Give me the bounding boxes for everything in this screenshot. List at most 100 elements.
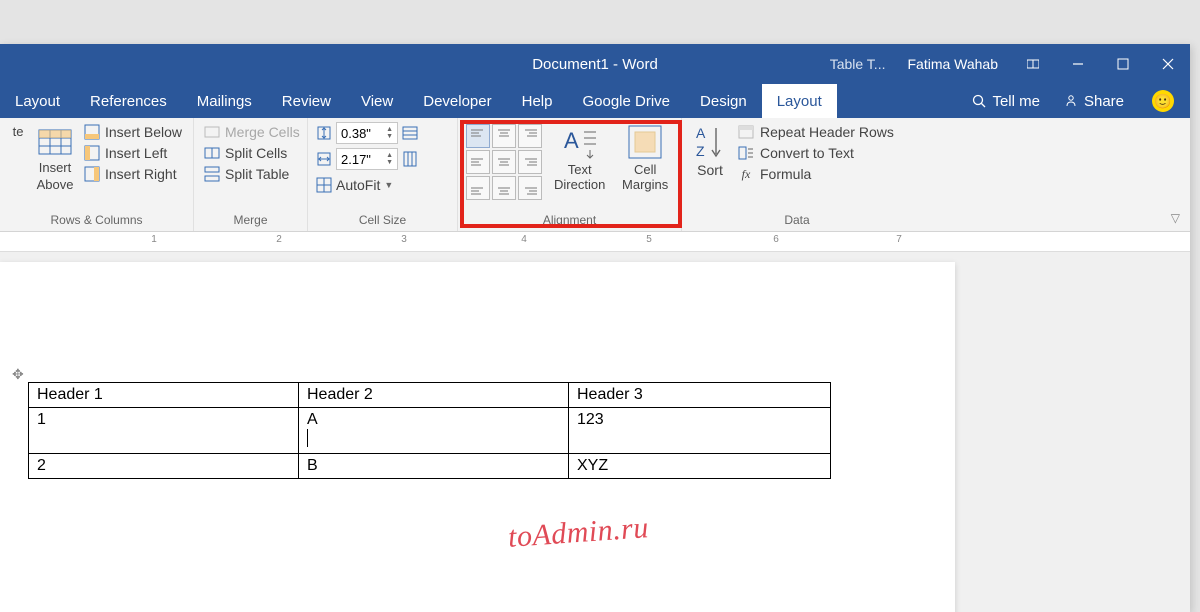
share-button[interactable]: Share: [1052, 93, 1136, 110]
distribute-cols-icon[interactable]: [402, 151, 418, 167]
table-cell[interactable]: A: [299, 408, 569, 454]
align-mid-right-button[interactable]: [518, 150, 542, 174]
tab-google-drive[interactable]: Google Drive: [567, 84, 685, 118]
ruler-tick: 6: [773, 234, 779, 245]
row-height-icon: [316, 125, 332, 141]
group-alignment-label: Alignment: [458, 211, 681, 231]
col-width-input[interactable]: 2.17"▲▼: [336, 148, 398, 170]
table-cell[interactable]: Header 2: [299, 383, 569, 408]
table-cell[interactable]: Header 3: [569, 383, 831, 408]
formula-button[interactable]: fxFormula: [736, 164, 896, 184]
insert-above-button[interactable]: Insert Above: [34, 122, 76, 211]
spinner-icon[interactable]: ▲▼: [386, 126, 393, 140]
align-bot-right-button[interactable]: [518, 176, 542, 200]
repeat-header-icon: [738, 124, 754, 140]
tabs-right-actions: Tell me Share 🙂: [960, 84, 1190, 118]
svg-text:A: A: [696, 125, 706, 141]
delete-button[interactable]: te: [8, 122, 28, 211]
table-cell[interactable]: 123: [569, 408, 831, 454]
table-cell[interactable]: 1: [29, 408, 299, 454]
convert-to-text-button[interactable]: Convert to Text: [736, 143, 896, 163]
convert-text-label: Convert to Text: [760, 145, 854, 161]
tell-me-search[interactable]: Tell me: [960, 93, 1052, 110]
tab-review[interactable]: Review: [267, 84, 346, 118]
group-data-label: Data: [682, 211, 912, 231]
ribbon-tabs: Layout References Mailings Review View D…: [0, 84, 1190, 118]
close-button[interactable]: [1145, 44, 1190, 84]
insert-below-button[interactable]: Insert Below: [82, 122, 184, 142]
merge-cells-label: Merge Cells: [225, 124, 300, 140]
align-mid-left-button[interactable]: [466, 150, 490, 174]
row-height-value: 0.38": [341, 126, 371, 141]
table-cell[interactable]: 2: [29, 454, 299, 479]
merge-cells-button[interactable]: Merge Cells: [202, 122, 302, 142]
insert-right-icon: [84, 166, 100, 182]
svg-text:A: A: [564, 128, 579, 153]
row-height-input[interactable]: 0.38" ▲▼: [336, 122, 398, 144]
user-name[interactable]: Fatima Wahab: [895, 56, 1010, 72]
insert-label-1: Insert: [39, 160, 72, 175]
table-cell[interactable]: XYZ: [569, 454, 831, 479]
cell-margins-icon: [625, 122, 665, 162]
maximize-button[interactable]: [1100, 44, 1145, 84]
context-tab-label[interactable]: Table T...: [820, 56, 896, 72]
collapse-ribbon-button[interactable]: ▽: [1171, 211, 1180, 225]
split-cells-button[interactable]: Split Cells: [202, 143, 302, 163]
insert-below-icon: [84, 124, 100, 140]
repeat-header-rows-button[interactable]: Repeat Header Rows: [736, 122, 896, 142]
table-cell[interactable]: B: [299, 454, 569, 479]
align-bot-left-button[interactable]: [466, 176, 490, 200]
tab-mailings[interactable]: Mailings: [182, 84, 267, 118]
search-icon: [972, 94, 986, 108]
align-top-left-button[interactable]: [466, 124, 490, 148]
insert-left-icon: [84, 145, 100, 161]
document-area[interactable]: ✥ Header 1 Header 2 Header 3 1 A 123 2 B…: [0, 252, 1190, 612]
text-direction-button[interactable]: A Text Direction: [548, 122, 611, 211]
autofit-icon: [316, 177, 332, 193]
split-table-button[interactable]: Split Table: [202, 164, 302, 184]
formula-label: Formula: [760, 166, 811, 182]
tab-table-layout[interactable]: Layout: [762, 84, 837, 118]
share-icon: [1064, 94, 1078, 108]
minimize-button[interactable]: [1055, 44, 1100, 84]
alignment-grid: [466, 124, 542, 200]
group-merge: Merge Cells Split Cells Split Table Merg…: [194, 118, 308, 231]
cell-margins-button[interactable]: Cell Margins: [617, 122, 673, 211]
sort-button[interactable]: AZ Sort: [690, 122, 730, 211]
convert-text-icon: [738, 145, 754, 161]
ribbon-display-options-button[interactable]: [1010, 44, 1055, 84]
insert-left-label: Insert Left: [105, 145, 167, 161]
tab-help[interactable]: Help: [507, 84, 568, 118]
insert-left-button[interactable]: Insert Left: [82, 143, 184, 163]
feedback-smiley-icon[interactable]: 🙂: [1152, 90, 1174, 112]
ruler-tick: 5: [646, 234, 652, 245]
distribute-rows-icon[interactable]: [402, 125, 418, 141]
align-mid-center-button[interactable]: [492, 150, 516, 174]
insert-stack: Insert Below Insert Left Insert Right: [82, 122, 184, 211]
table-cell[interactable]: Header 1: [29, 383, 299, 408]
ruler-tick: 4: [521, 234, 527, 245]
tab-view[interactable]: View: [346, 84, 408, 118]
align-top-center-button[interactable]: [492, 124, 516, 148]
horizontal-ruler[interactable]: 1 2 3 4 5 6 7: [0, 232, 1190, 252]
group-merge-label: Merge: [194, 211, 307, 231]
autofit-button[interactable]: AutoFit ▼: [316, 174, 418, 193]
text-direction-label-1: Text: [568, 162, 592, 177]
tell-me-label: Tell me: [992, 93, 1040, 110]
document-table[interactable]: Header 1 Header 2 Header 3 1 A 123 2 B X…: [28, 382, 831, 479]
col-width-control: 2.17"▲▼: [316, 148, 418, 170]
spinner-icon[interactable]: ▲▼: [386, 152, 393, 166]
tab-references[interactable]: References: [75, 84, 182, 118]
tab-table-design[interactable]: Design: [685, 84, 762, 118]
page[interactable]: ✥ Header 1 Header 2 Header 3 1 A 123 2 B…: [0, 262, 955, 612]
align-bot-center-button[interactable]: [492, 176, 516, 200]
tab-developer[interactable]: Developer: [408, 84, 506, 118]
text-direction-label-2: Direction: [554, 177, 605, 192]
align-top-right-button[interactable]: [518, 124, 542, 148]
tab-layout[interactable]: Layout: [0, 84, 75, 118]
insert-right-button[interactable]: Insert Right: [82, 164, 184, 184]
table-move-handle-icon[interactable]: ✥: [12, 366, 24, 383]
share-label: Share: [1084, 93, 1124, 110]
split-table-icon: [204, 166, 220, 182]
ruler-tick: 1: [151, 234, 157, 245]
